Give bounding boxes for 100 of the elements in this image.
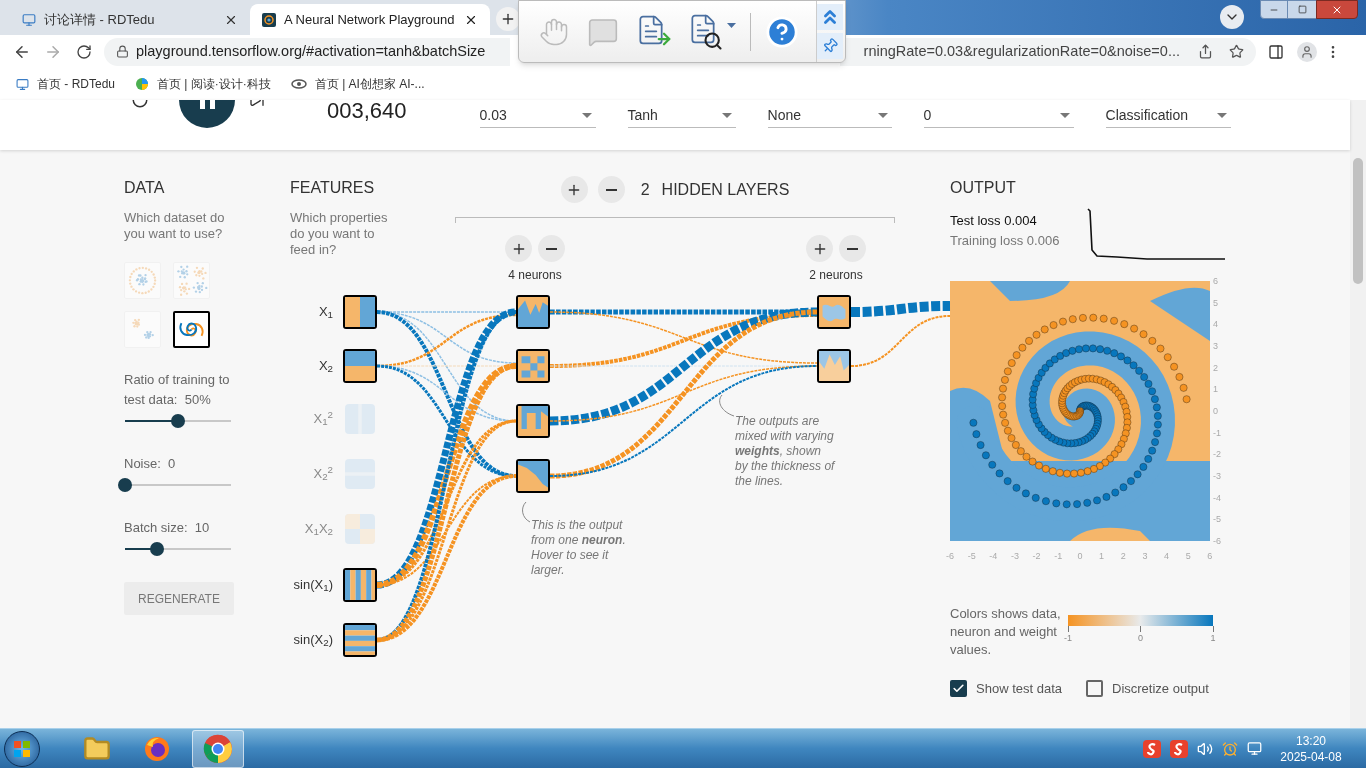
add-layer-button[interactable] <box>560 176 588 203</box>
neuron-node[interactable] <box>817 349 851 383</box>
dropdown[interactable]: Classification <box>1105 104 1231 128</box>
new-tab-button[interactable] <box>496 7 520 31</box>
axis-tick-label: 1 <box>1213 384 1219 395</box>
remove-neuron-button[interactable] <box>538 235 565 262</box>
section-heading: DATA <box>124 178 165 198</box>
section-heading: OUTPUT <box>950 178 1017 198</box>
axis-tick-label: -2 <box>1031 551 1042 561</box>
neuron-count: 4 neurons <box>507 268 563 282</box>
remove-neuron-button[interactable] <box>839 235 866 262</box>
axis-tick-label: 2 <box>1213 362 1219 373</box>
axis-tick-label: -3 <box>1009 551 1020 561</box>
axis-tick-label: 2 <box>1119 551 1127 561</box>
tray-icon[interactable] <box>1170 739 1188 758</box>
collapse-button[interactable] <box>817 4 843 30</box>
add-neuron-button[interactable] <box>806 235 833 262</box>
training-loss: Training loss 0.006 <box>950 232 1061 250</box>
windows-logo-icon <box>13 739 31 758</box>
browser-icon <box>203 733 233 764</box>
scale-tick-label: 0 <box>1138 632 1143 644</box>
checkbox[interactable] <box>950 680 967 698</box>
axis-tick-label: -5 <box>966 551 977 561</box>
axis-tick-label: -4 <box>988 551 999 561</box>
slider-label: Ratio of training to test data: 50% <box>124 371 231 409</box>
axis-tick-label: 1 <box>1098 551 1106 561</box>
dropdown[interactable]: Tanh <box>627 104 736 128</box>
neuron-node[interactable] <box>516 349 550 383</box>
profile-avatar[interactable] <box>1297 41 1317 62</box>
neuron-node[interactable] <box>516 459 550 493</box>
dropdown[interactable]: 0 <box>923 104 1074 128</box>
taskbar-app[interactable] <box>192 729 244 768</box>
bookmark[interactable]: 首页 | AI创想家 AI-... <box>290 75 425 93</box>
browser-tab[interactable]: A Neural Network Playground <box>250 4 490 35</box>
neuron-node[interactable] <box>817 295 851 329</box>
minus-icon <box>546 247 557 250</box>
section-description: Which properties do you want to feed in? <box>290 210 389 258</box>
neuron-node[interactable] <box>343 295 377 329</box>
dropdown[interactable]: None <box>767 104 892 128</box>
dataset-thumbnail[interactable] <box>173 311 210 348</box>
slider-thumb[interactable] <box>149 542 164 556</box>
regenerate-button[interactable]: REGENERATE <box>124 582 234 615</box>
reload-icon[interactable] <box>76 43 92 60</box>
caret-icon <box>721 112 732 119</box>
tray-icon[interactable] <box>1143 739 1161 758</box>
add-neuron-button[interactable] <box>505 235 532 262</box>
axis-tick-label: -4 <box>1213 492 1221 503</box>
slider-thumb[interactable] <box>118 478 132 492</box>
axis-tick-label: -2 <box>1213 449 1221 460</box>
browser-tab[interactable]: 讨论详情 - RDTedu <box>10 4 250 35</box>
url-text: rningRate=0.03&regularizationRate=0&noise=0... <box>863 41 1180 61</box>
feature-label: X$_{1}$X$_{2}$ <box>303 521 333 537</box>
axis-tick-label: -5 <box>1213 514 1221 525</box>
bookmark[interactable]: 首页 | 阅读·设计·科技 <box>135 75 271 93</box>
volume-icon[interactable] <box>1197 740 1213 757</box>
axis-tick-label: -6 <box>1213 535 1221 546</box>
side-panel-icon[interactable] <box>1268 43 1284 60</box>
feature-label: sin(X$_{1}$) <box>292 577 333 593</box>
neuron-node[interactable] <box>516 295 550 329</box>
bookmark[interactable]: 首页 - RDTedu <box>16 75 116 93</box>
start-button[interactable] <box>4 730 40 767</box>
leader-line <box>719 394 735 417</box>
remove-layer-button[interactable] <box>597 176 625 203</box>
address-bar[interactable]: playground.tensorflow.org/#activation=tanh&batchSize <box>104 37 510 66</box>
search-icon <box>703 30 723 51</box>
neuron-node[interactable] <box>516 404 550 438</box>
minus-icon <box>605 188 617 191</box>
axis-tick-label: 0 <box>1076 551 1084 561</box>
monitor-icon <box>16 77 29 91</box>
network-icon[interactable] <box>1247 741 1262 756</box>
axis-tick-label: -3 <box>1213 470 1221 481</box>
layer-count: 2 <box>640 179 650 200</box>
tab-title: A Neural Network Playground <box>284 10 456 29</box>
tab-search-button[interactable] <box>1220 5 1244 29</box>
axis-tick-label: 3 <box>1141 551 1149 561</box>
caret-icon[interactable] <box>727 23 736 28</box>
checkbox[interactable] <box>1086 680 1103 698</box>
neuron-node[interactable] <box>343 623 377 657</box>
site-icon <box>262 12 276 27</box>
star-icon[interactable] <box>1229 44 1244 59</box>
slider-label: Batch size: 10 <box>124 519 211 537</box>
caret-icon <box>1059 112 1070 119</box>
section-description: Which dataset do you want to use? <box>124 210 226 242</box>
axis-tick-label: -6 <box>945 551 955 561</box>
clock[interactable]: 13:20 2025-04-08 <box>1276 732 1346 765</box>
pin-button[interactable] <box>817 33 843 59</box>
section-heading: FEATURES <box>290 178 376 198</box>
feature-label: X$_{2}$ <box>317 358 333 374</box>
neuron-node[interactable] <box>343 349 377 383</box>
axis-tick-label: 6 <box>1213 276 1219 286</box>
slider-label: Noise: 0 <box>124 455 177 473</box>
neuron-node[interactable] <box>343 568 377 602</box>
dropdown[interactable]: 0.03 <box>479 104 596 128</box>
slider-thumb[interactable] <box>171 414 185 428</box>
lock-icon <box>116 45 129 58</box>
axis-tick-label: 5 <box>1184 551 1192 561</box>
section-heading: HIDDEN LAYERS <box>661 179 790 200</box>
axis-tick-label: 0 <box>1213 405 1219 416</box>
address-bar[interactable]: rningRate=0.03&regularizationRate=0&noise=0... <box>840 37 1256 66</box>
share-icon[interactable] <box>1198 44 1213 59</box>
